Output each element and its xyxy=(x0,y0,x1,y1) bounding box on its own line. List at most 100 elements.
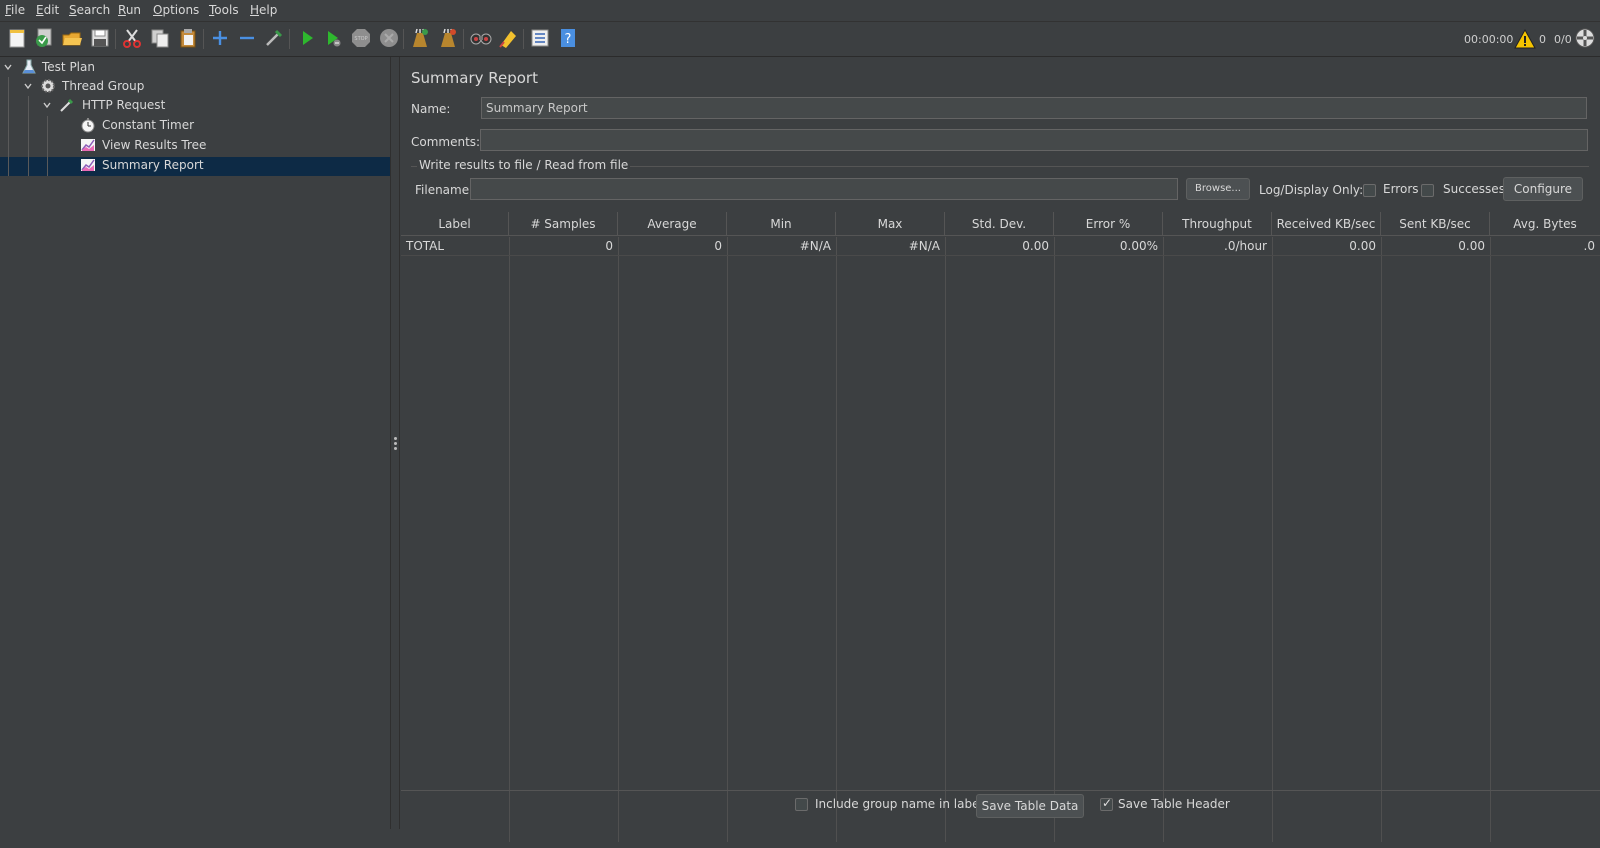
table-cell[interactable]: #N/A xyxy=(836,237,945,256)
toggle-icon[interactable] xyxy=(263,27,285,49)
table-cell[interactable]: TOTAL xyxy=(401,237,509,256)
expand-icon[interactable] xyxy=(209,27,231,49)
paste-icon[interactable] xyxy=(177,27,199,49)
tree-node-thread-group[interactable]: Thread Group xyxy=(0,76,390,96)
warning-icon[interactable] xyxy=(1514,28,1536,50)
summary-report-panel: Summary Report Name: Comments: Write res… xyxy=(401,57,1600,848)
table-cell[interactable]: .0/hour xyxy=(1163,237,1272,256)
templates-icon[interactable] xyxy=(33,27,55,49)
log-display-label: Log/Display Only: xyxy=(1259,183,1364,197)
include-group-label: Include group name in label? xyxy=(815,797,990,811)
column-header-average[interactable]: Average xyxy=(618,212,727,236)
column-header-samples[interactable]: # Samples xyxy=(509,212,618,236)
configure-button[interactable]: Configure xyxy=(1503,177,1583,201)
column-header-error-pct[interactable]: Error % xyxy=(1054,212,1163,236)
name-input[interactable] xyxy=(481,97,1587,119)
menu-options[interactable]: Options xyxy=(153,3,199,17)
column-divider xyxy=(1381,237,1382,842)
column-divider xyxy=(1163,237,1164,842)
include-group-checkbox[interactable] xyxy=(795,798,808,811)
pipette-icon xyxy=(60,98,74,112)
menu-search[interactable]: Search xyxy=(69,3,110,17)
stopwatch-icon xyxy=(81,118,95,133)
summary-table[interactable]: Label # Samples Average Min Max Std. Dev… xyxy=(401,212,1600,848)
start-icon[interactable] xyxy=(296,27,318,49)
panel-title: Summary Report xyxy=(411,69,538,87)
column-header-std-dev[interactable]: Std. Dev. xyxy=(945,212,1054,236)
table-cell[interactable]: 0 xyxy=(618,237,727,256)
comments-input[interactable] xyxy=(480,129,1588,151)
table-cell[interactable]: #N/A xyxy=(727,237,836,256)
errors-checkbox[interactable] xyxy=(1363,184,1376,197)
help-icon[interactable]: ? xyxy=(557,27,579,49)
tree-node-summary-report[interactable]: Summary Report xyxy=(0,155,390,175)
reset-search-icon[interactable] xyxy=(497,27,519,49)
menu-file[interactable]: File xyxy=(5,3,25,17)
table-cell[interactable]: 0.00% xyxy=(1054,237,1163,256)
function-helper-icon[interactable] xyxy=(529,27,551,49)
toolbar-separator xyxy=(403,29,404,49)
filename-label: Filename xyxy=(415,183,470,197)
tree-node-http-request[interactable]: HTTP Request xyxy=(0,95,390,115)
column-header-label[interactable]: Label xyxy=(401,212,509,236)
shutdown-icon[interactable] xyxy=(378,27,400,49)
comments-label: Comments: xyxy=(411,135,481,149)
menu-edit[interactable]: Edit xyxy=(36,3,59,17)
save-table-header-checkbox[interactable] xyxy=(1100,796,1113,811)
new-icon[interactable] xyxy=(6,27,28,49)
column-divider xyxy=(1272,237,1273,842)
cut-icon[interactable] xyxy=(121,27,143,49)
graph-icon xyxy=(81,139,95,151)
save-icon[interactable] xyxy=(89,27,111,49)
table-cell[interactable]: .0 xyxy=(1490,237,1600,256)
collapse-icon[interactable] xyxy=(236,27,258,49)
chevron-down-icon[interactable] xyxy=(24,82,32,90)
column-header-sent-kb[interactable]: Sent KB/sec xyxy=(1381,212,1490,236)
clear-icon[interactable] xyxy=(409,27,431,49)
table-cell[interactable]: 0.00 xyxy=(945,237,1054,256)
column-divider xyxy=(1490,237,1491,842)
search-icon[interactable] xyxy=(470,27,492,49)
tree-node-view-results-tree[interactable]: View Results Tree xyxy=(0,135,390,155)
tree-node-label: Summary Report xyxy=(102,158,204,172)
tree-node-label: Constant Timer xyxy=(102,118,195,132)
chevron-down-icon[interactable] xyxy=(43,101,51,109)
splitter-handle[interactable] xyxy=(390,57,400,829)
chevron-down-icon[interactable] xyxy=(4,63,12,71)
column-header-min[interactable]: Min xyxy=(727,212,836,236)
menu-tools[interactable]: Tools xyxy=(209,3,239,17)
tree-node-test-plan[interactable]: Test Plan xyxy=(0,57,390,77)
column-header-throughput[interactable]: Throughput xyxy=(1163,212,1272,236)
name-label: Name: xyxy=(411,102,451,116)
clear-all-icon[interactable] xyxy=(437,27,459,49)
copy-icon[interactable] xyxy=(149,27,171,49)
column-header-received-kb[interactable]: Received KB/sec xyxy=(1272,212,1381,236)
remote-globe-icon[interactable] xyxy=(1574,27,1596,49)
table-cell[interactable]: 0.00 xyxy=(1381,237,1490,256)
filename-input[interactable] xyxy=(470,178,1178,200)
column-header-avg-bytes[interactable]: Avg. Bytes xyxy=(1490,212,1600,236)
table-cell[interactable]: 0.00 xyxy=(1272,237,1381,256)
file-section-title: Write results to file / Read from file xyxy=(417,158,631,172)
successes-label: Successes xyxy=(1443,182,1505,196)
save-table-data-button[interactable]: Save Table Data xyxy=(976,794,1084,818)
successes-checkbox[interactable] xyxy=(1421,184,1434,197)
open-icon[interactable] xyxy=(61,27,83,49)
table-cell[interactable]: 0 xyxy=(509,237,618,256)
column-divider xyxy=(509,237,510,842)
column-header-max[interactable]: Max xyxy=(836,212,945,236)
column-divider xyxy=(618,237,619,842)
warning-count: 0 xyxy=(1539,33,1546,46)
start-no-pauses-icon[interactable] xyxy=(322,27,344,49)
menu-run[interactable]: Run xyxy=(118,3,141,17)
splitter-grip xyxy=(394,442,397,445)
browse-button[interactable]: Browse... xyxy=(1186,178,1250,200)
tree-node-constant-timer[interactable]: Constant Timer xyxy=(0,115,390,135)
bottom-bar: Include group name in label? Save Table … xyxy=(401,791,1600,829)
active-threads: 0/0 xyxy=(1554,33,1572,46)
test-plan-tree: Test Plan Thread Group HTTP Request Cons… xyxy=(0,57,390,829)
stop-icon[interactable]: STOP xyxy=(350,27,372,49)
toolbar: STOP ? 00:00:00 0 0/0 xyxy=(0,22,1600,57)
toolbar-separator xyxy=(203,29,204,49)
menu-help[interactable]: Help xyxy=(250,3,277,17)
